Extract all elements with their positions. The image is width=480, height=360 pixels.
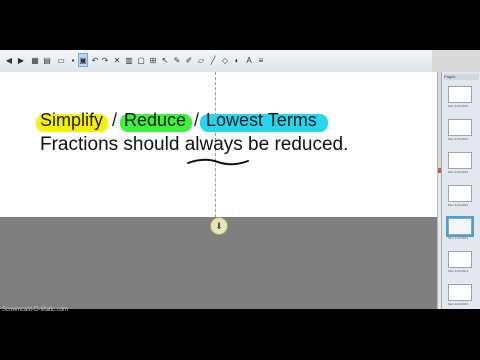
eraser-icon[interactable]: ▱ [196, 53, 206, 67]
page-thumbnail[interactable] [448, 185, 472, 202]
delete-icon[interactable]: ✕ [112, 53, 122, 67]
save-icon[interactable]: ▪ [68, 53, 78, 67]
page-thumbnail-label: Mon 21/1/2013 [448, 203, 469, 207]
screen-shade-icon[interactable]: ▥ [124, 53, 134, 67]
body-emphasis: always [184, 134, 243, 155]
title-reduce: Reduce [124, 110, 187, 130]
page-thumbnail[interactable] [448, 251, 472, 268]
smart-notebook-window: ◀ ▶ ▦ ▤ ▭ ▪ ▣ ↶ ↷ ✕ ▥ ▢ ⊞ ↖ ✎ ✐ ▱ ╱ ◇ ◐ … [0, 50, 480, 309]
page-thumbnail-label: Mon 21/1/2013 [448, 104, 469, 108]
properties-icon[interactable]: ≡ [256, 53, 266, 67]
title-separator: / [194, 110, 200, 130]
text-icon[interactable]: A [244, 53, 254, 67]
full-screen-icon[interactable]: ▢ [136, 53, 146, 67]
title-simplify: Simplify [40, 110, 104, 130]
delete-page-icon[interactable]: ▤ [42, 53, 52, 67]
title-separator: / [112, 110, 118, 130]
page-extend-handle-icon[interactable]: ⬇ [210, 217, 228, 235]
page-sorter-sidebar: Pages Mon 21/1/2013 Mon 21/1/2013 Mon 21… [441, 72, 480, 309]
highlighter-icon[interactable]: ✐ [184, 53, 194, 67]
shape-icon[interactable]: ◇ [220, 53, 230, 67]
open-icon[interactable]: ▭ [56, 53, 66, 67]
page-thumbnail-label: Mon 21/1/2013 [448, 170, 469, 174]
whiteboard-page[interactable]: Simplify / Reduce / Lowest Terms Fractio… [0, 72, 438, 217]
paste-icon[interactable]: ▣ [78, 53, 88, 67]
redo-icon[interactable]: ↷ [100, 53, 110, 67]
recorder-watermark: Screencast-O-Matic.com [2, 307, 69, 313]
handwritten-underline [187, 158, 249, 166]
page-thumbnail[interactable] [448, 284, 472, 301]
page-thumbnail[interactable] [448, 119, 472, 136]
body-end: be reduced. [242, 134, 349, 155]
page-thumbnail-label: Mon 21/1/2013 [448, 137, 469, 141]
forward-icon[interactable]: ▶ [16, 53, 26, 67]
new-page-icon[interactable]: ▦ [30, 53, 40, 67]
page-thumbnail-selected[interactable] [446, 216, 474, 237]
title-lowest-terms: Lowest Terms [206, 110, 317, 130]
toolbar: ◀ ▶ ▦ ▤ ▭ ▪ ▣ ↶ ↷ ✕ ▥ ▢ ⊞ ↖ ✎ ✐ ▱ ╱ ◇ ◐ … [0, 50, 432, 73]
page-thumbnail[interactable] [448, 152, 472, 169]
body-start: Fractions should [40, 134, 185, 155]
body-sentence: Fractions should always be reduced. [40, 134, 348, 156]
page-thumbnail-label: Mon 21/1/2013 [448, 236, 469, 240]
page-thumbnail[interactable] [448, 86, 472, 103]
off-page-area: ⬇ [0, 217, 437, 309]
page-thumbnail-label: Mon 21/1/2013 [448, 302, 469, 306]
fill-icon[interactable]: ◐ [232, 53, 242, 67]
back-icon[interactable]: ◀ [4, 53, 14, 67]
line-icon[interactable]: ╱ [208, 53, 218, 67]
select-icon[interactable]: ↖ [160, 53, 170, 67]
page-thumbnail-label: Mon 21/1/2013 [448, 269, 469, 273]
sidebar-header: Pages [444, 74, 479, 80]
undo-icon[interactable]: ↶ [90, 53, 100, 67]
pen-icon[interactable]: ✎ [172, 53, 182, 67]
table-icon[interactable]: ⊞ [148, 53, 158, 67]
